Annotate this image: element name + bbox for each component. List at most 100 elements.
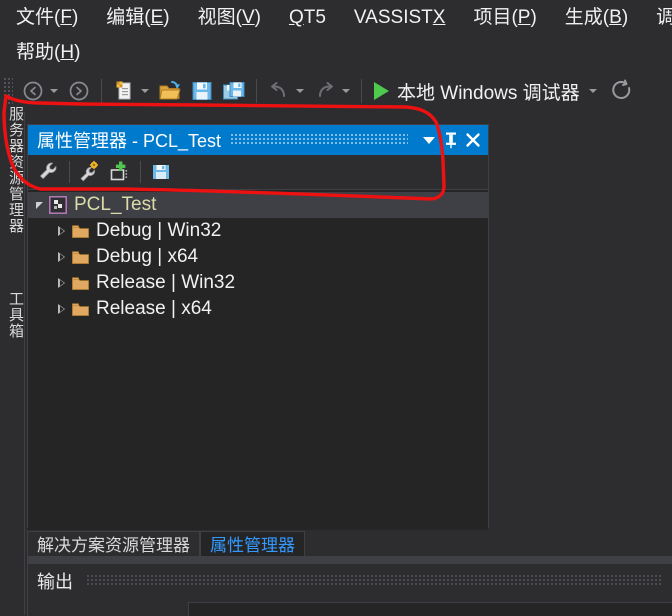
undo-dropdown-icon[interactable] [296,89,304,93]
toolbar-separator-1 [101,79,102,103]
new-project-button[interactable] [108,75,140,107]
expander-collapsed-icon[interactable] [58,278,65,288]
wrench-icon [39,162,57,180]
menu-item-help-pre: 帮助( [16,42,61,63]
menu-item-vassistx-accel: X [432,7,446,28]
menu-item-file[interactable]: 文件(F) [2,0,92,35]
menu-item-project[interactable]: 项目(P) [459,0,550,35]
save-property-sheet-button[interactable] [146,158,176,186]
navigate-forward-button[interactable] [63,75,95,107]
open-folder-icon [159,81,181,100]
arrow-left-circle-icon [23,81,43,101]
output-drag-handle[interactable] [87,575,663,587]
menu-item-build-pre: 生成( [564,7,610,28]
add-property-sheet-icon [110,161,128,181]
dock-tab-bar: 解决方案资源管理器 属性管理器 [27,531,672,559]
expander-collapsed-icon[interactable] [58,252,65,262]
folder-icon [72,224,89,238]
tree-row[interactable]: Release | x64 [28,296,488,322]
run-debugger-label[interactable]: 本地 Windows 调试器 [397,78,580,105]
menu-item-file-post: ) [71,7,79,28]
add-existing-property-sheet-button[interactable] [75,158,105,186]
save-all-button[interactable] [218,75,250,107]
tab-property-manager[interactable]: 属性管理器 [200,531,305,559]
tree-row-label: Debug | Win32 [96,220,222,241]
chevron-down-icon [423,136,435,144]
panel-window-menu-button[interactable] [418,128,440,152]
output-panel-body [28,598,672,616]
toolbar-grip[interactable] [4,78,13,104]
tree-row-label: Release | Win32 [96,272,236,293]
expander-collapsed-icon[interactable] [58,304,65,314]
menu-item-view-pre: 视图( [197,7,242,28]
panel-toolbar-separator-1 [69,161,70,183]
undo-arrow-icon [271,82,285,97]
property-manager-tree: PCL_Test Debug | Win32 Debug | x64 Relea… [28,190,488,530]
folder-icon [72,250,89,264]
expander-collapsed-icon[interactable] [58,226,65,236]
toolbar-separator-3 [361,79,362,103]
menu-item-file-pre: 文件( [16,7,61,28]
tab-solution-explorer[interactable]: 解决方案资源管理器 [27,531,200,559]
main-toolbar: 本地 Windows 调试器 [0,70,672,112]
property-manager-properties-button[interactable] [34,158,64,186]
panel-title: 属性管理器 - PCL_Test [37,131,222,151]
menu-item-help-accel: H [60,42,75,63]
refresh-button[interactable] [606,75,638,107]
save-button[interactable] [186,75,218,107]
menu-item-debug-pre: 调试( [656,7,672,28]
menu-item-build-accel: B [609,7,622,28]
tree-row[interactable]: Release | Win32 [28,270,488,296]
menu-item-qt5-post: T5 [303,7,326,28]
run-dropdown-icon[interactable] [588,89,597,93]
dock-tab-filler [305,530,672,559]
redo-button[interactable] [309,75,341,107]
panel-toolbar-separator-2 [140,161,141,183]
redo-dropdown-icon[interactable] [342,89,350,93]
menu-item-qt5-accel: Q [288,7,304,28]
sidebar-tab-toolbox[interactable]: 工具箱 [2,287,29,343]
navigate-backward-dropdown-icon[interactable] [50,89,58,93]
panel-toolbar [28,155,488,190]
save-disk-icon [192,82,212,100]
panel-drag-handle[interactable] [231,134,408,146]
run-play-icon[interactable] [374,82,389,100]
new-project-icon [116,81,131,100]
expander-expanded-icon[interactable] [36,201,43,209]
menu-row-secondary: 帮助(H) [0,35,672,70]
menu-item-view[interactable]: 视图(V) [184,0,275,35]
tree-row-label: Debug | x64 [96,246,199,267]
menu-bar: 文件(F) 编辑(E) 视图(V) QT5 VASSISTX 项目(P) 生成(… [0,0,672,70]
menu-item-edit-accel: E [150,7,164,28]
menu-item-project-accel: P [517,7,531,28]
add-new-project-property-sheet-button[interactable] [105,158,135,186]
menu-item-edit[interactable]: 编辑(E) [92,0,183,35]
menu-item-build[interactable]: 生成(B) [551,0,642,35]
solution-icon [49,196,67,214]
panel-close-button[interactable] [462,128,484,152]
tree-row[interactable]: Debug | x64 [28,244,488,270]
menu-item-file-accel: F [60,7,72,28]
new-project-dropdown-icon[interactable] [141,89,149,93]
folder-icon [72,276,89,290]
menu-item-vassistx[interactable]: VASSISTX [340,0,460,35]
undo-button[interactable] [263,75,295,107]
tree-row[interactable]: PCL_Test [28,192,488,218]
menu-item-help[interactable]: 帮助(H) [2,35,94,70]
menu-item-build-post: ) [621,7,629,28]
panel-title-bar[interactable]: 属性管理器 - PCL_Test [28,125,488,155]
panel-autohide-pin-button[interactable] [440,128,462,152]
save-all-icon [223,82,245,100]
menu-item-project-pre: 项目( [473,7,518,28]
menu-item-debug[interactable]: 调试(D [642,0,672,35]
menu-item-edit-pre: 编辑( [106,7,151,28]
menu-item-qt5[interactable]: QT5 [275,0,340,35]
tree-row[interactable]: Debug | Win32 [28,218,488,244]
open-file-button[interactable] [154,75,186,107]
output-text-area[interactable] [188,602,672,616]
output-panel-header[interactable]: 输出 [28,564,672,598]
tree-row-label: PCL_Test [74,194,157,215]
redo-arrow-icon [319,82,333,97]
sidebar-tab-server-explorer[interactable]: 服务器资源管理器 [2,102,29,238]
menu-row-primary: 文件(F) 编辑(E) 视图(V) QT5 VASSISTX 项目(P) 生成(… [0,0,672,35]
